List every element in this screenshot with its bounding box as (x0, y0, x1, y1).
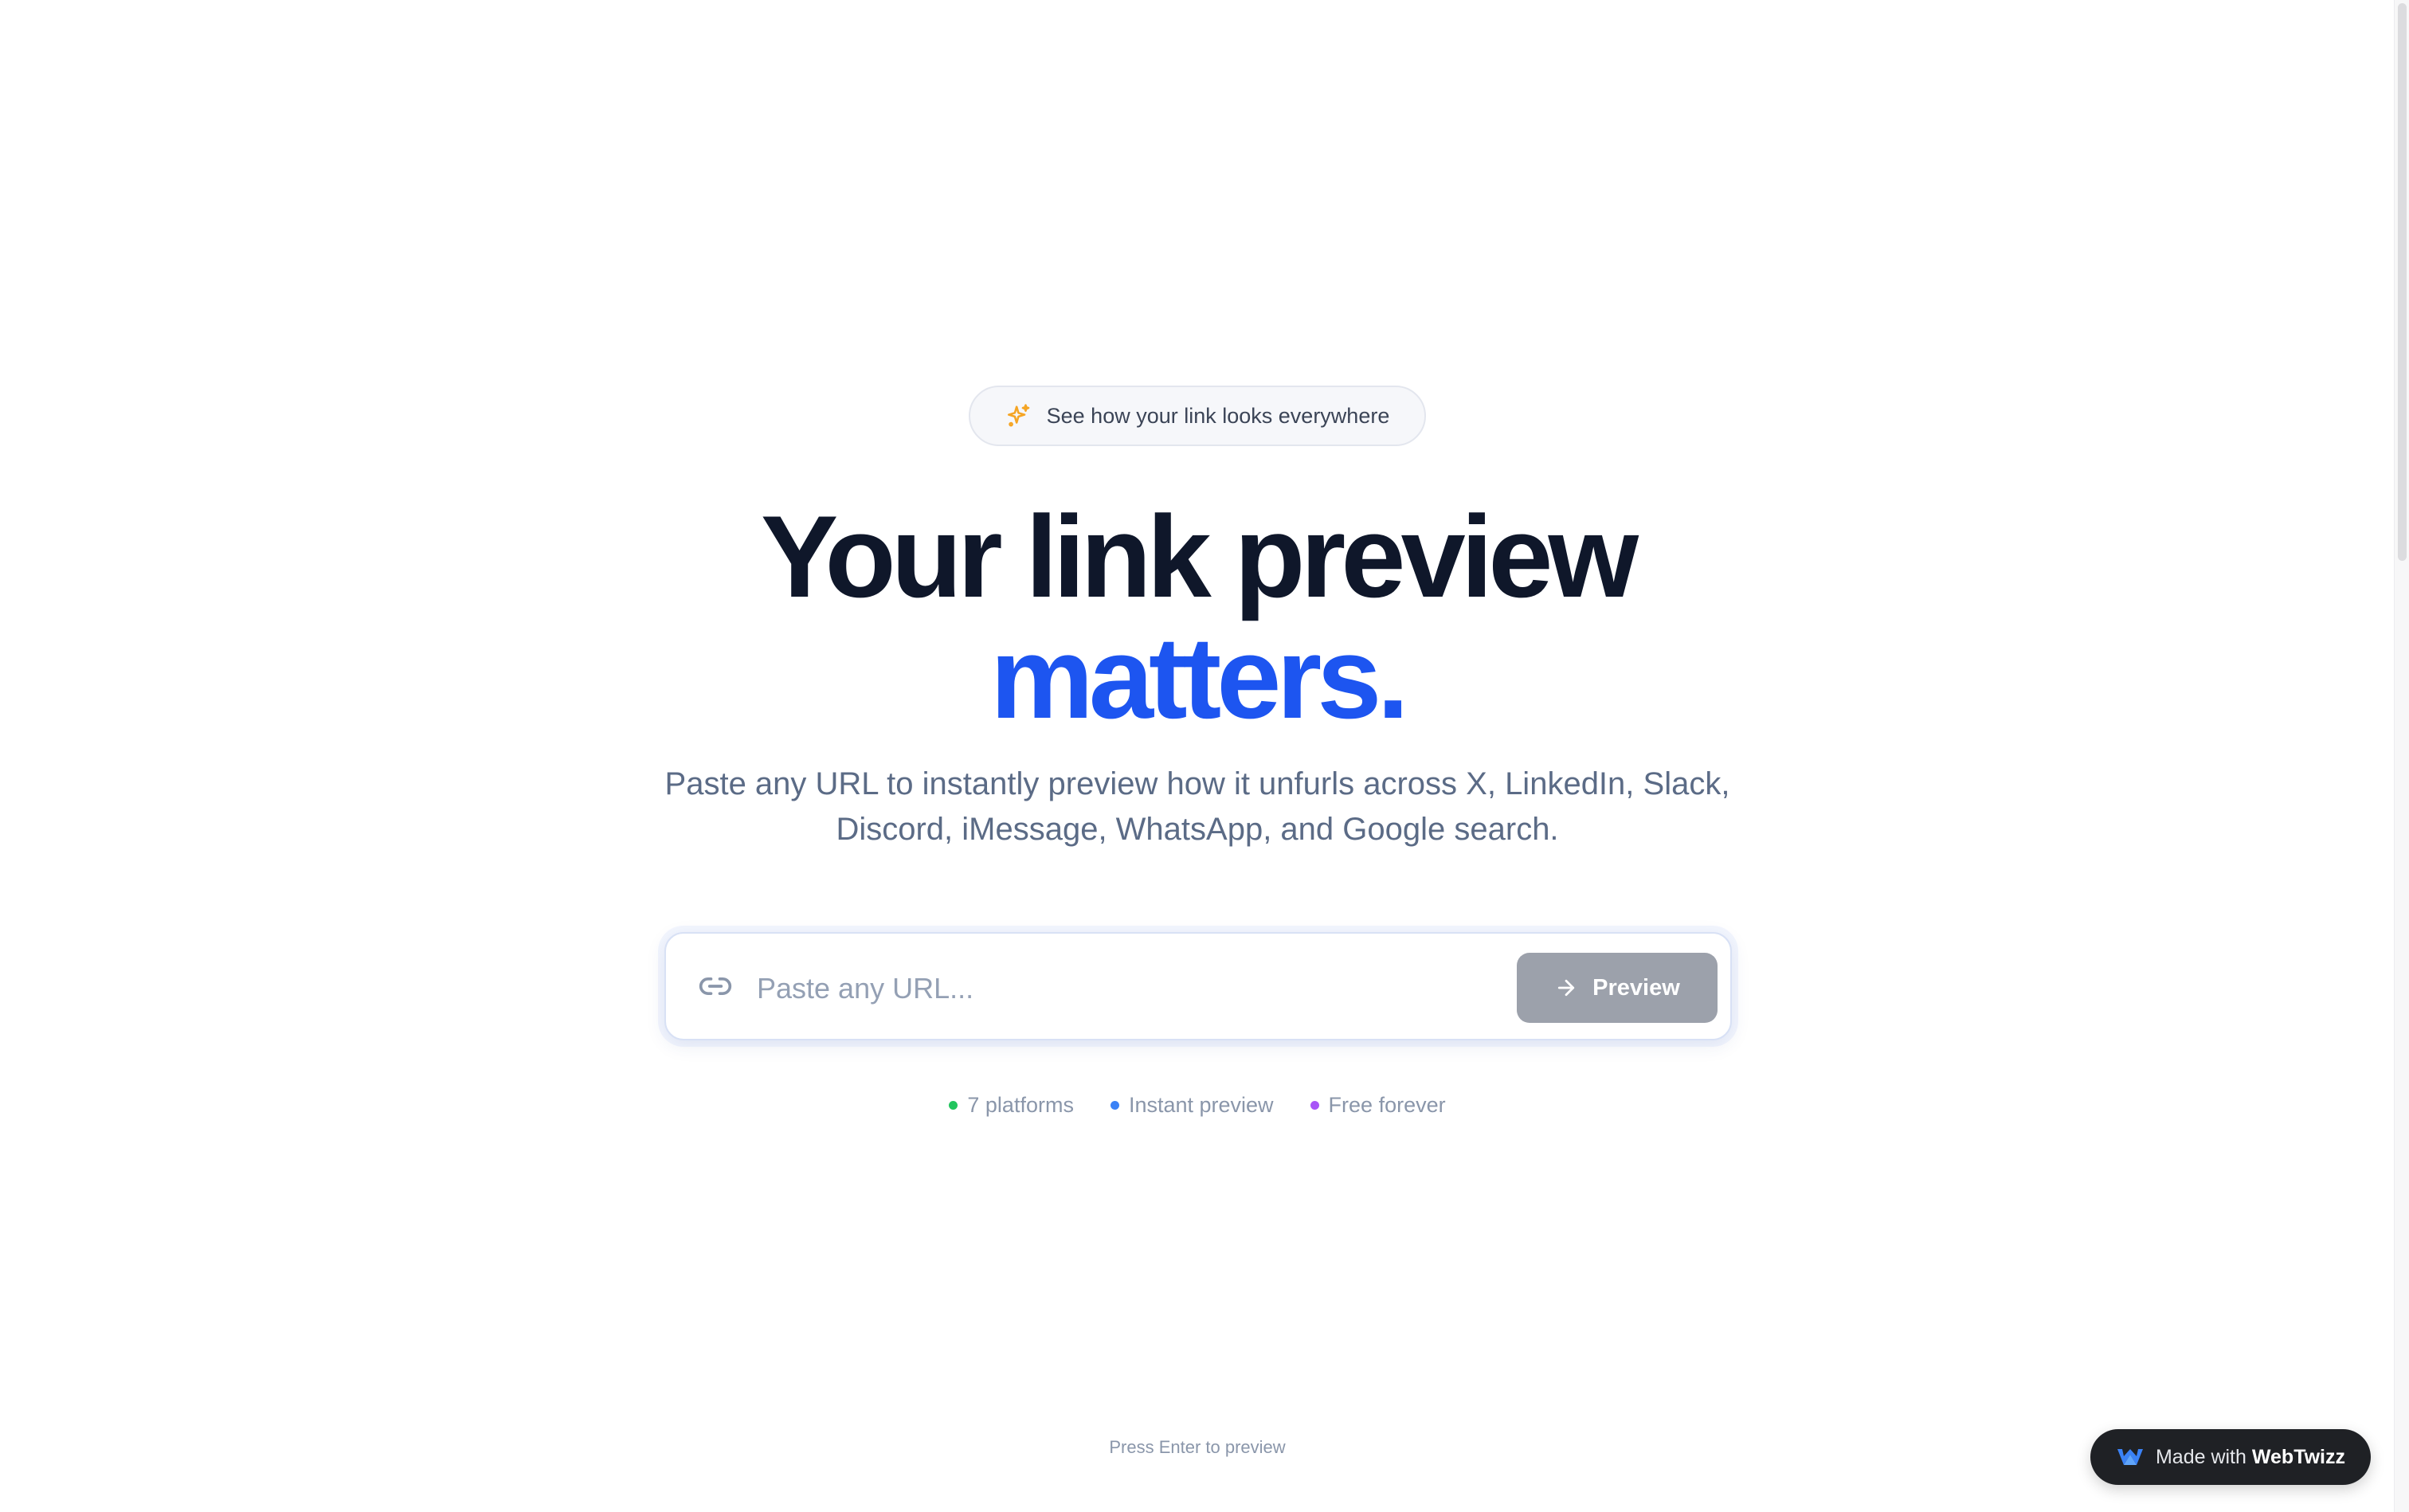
feature-label: Free forever (1328, 1093, 1446, 1117)
page: See how your link looks everywhere Your … (0, 0, 2409, 1512)
scrollbar-thumb[interactable] (2398, 3, 2407, 561)
feature-item-platforms: 7 platforms (949, 1093, 1074, 1118)
made-with-brand: WebTwizz (2251, 1445, 2346, 1468)
enter-hint: Press Enter to preview (1109, 1437, 1286, 1457)
feature-list: 7 platforms Instant preview Free forever (0, 1093, 2395, 1118)
sparkles-icon (1007, 404, 1029, 427)
feature-label: Instant preview (1128, 1093, 1274, 1117)
made-with-webtwizz-badge[interactable]: Made with WebTwizz (2090, 1429, 2371, 1485)
subtitle: Paste any URL to instantly preview how i… (664, 766, 1730, 847)
arrow-right-icon (1558, 979, 1575, 997)
preview-button[interactable]: Preview (1517, 953, 1718, 1023)
vertical-scrollbar[interactable] (2394, 0, 2409, 1512)
blue-dot-icon (1110, 1101, 1119, 1110)
feature-item-instant-preview: Instant preview (1110, 1093, 1274, 1118)
feature-item-free-forever: Free forever (1310, 1093, 1446, 1118)
green-dot-icon (949, 1101, 958, 1110)
purple-dot-icon (1310, 1101, 1319, 1110)
preview-button-label: Preview (1592, 974, 1680, 1001)
made-with-prefix: Made with (2155, 1445, 2246, 1468)
headline-line-2: matters. (989, 613, 1409, 742)
link-icon (699, 977, 732, 995)
url-input[interactable] (755, 956, 1380, 1021)
url-search-box: Preview (664, 932, 1732, 1040)
webtwizz-logo-icon (2117, 1449, 2143, 1465)
feature-label: 7 platforms (967, 1093, 1074, 1117)
headline-line-1: Your link preview (760, 492, 1639, 621)
tagline-badge: See how your link looks everywhere (969, 386, 1426, 446)
tagline-badge-text: See how your link looks everywhere (1046, 403, 1390, 428)
made-with-text: Made with WebTwizz (2156, 1446, 2345, 1469)
